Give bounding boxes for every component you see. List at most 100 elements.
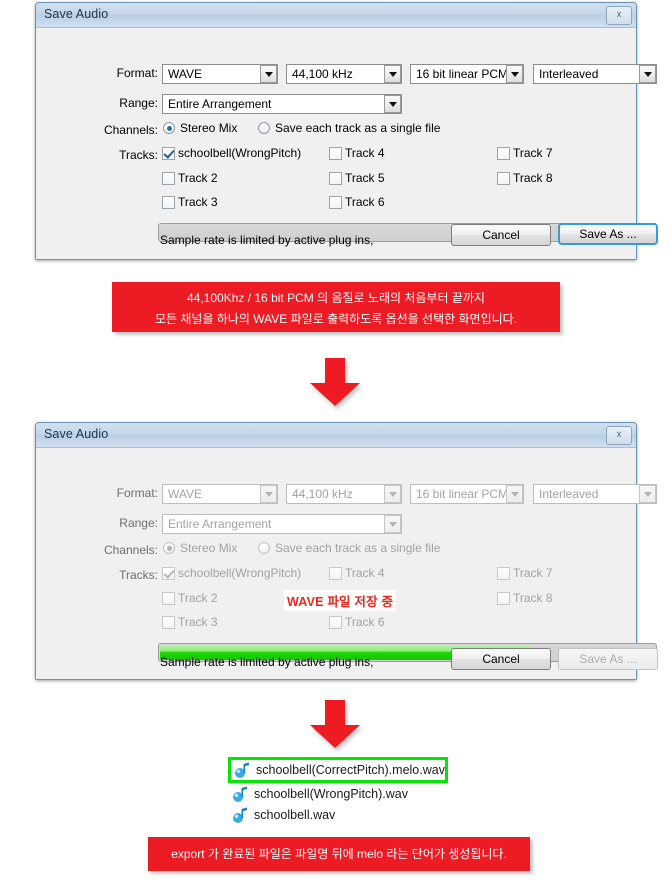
samplerate-value: 44,100 kHz: [292, 487, 353, 501]
checkbox-indicator: [329, 566, 342, 580]
footnote-text: Sample rate is limited by active plug in…: [160, 655, 374, 669]
chevron-down-icon[interactable]: [506, 65, 523, 83]
checkbox-indicator: [162, 171, 175, 185]
close-icon[interactable]: ☓: [606, 6, 632, 25]
radio-save-each-track[interactable]: Save each track as a single file: [258, 121, 440, 135]
checkbox-label: Track 3: [178, 195, 218, 209]
checkbox-track-6: Track 6: [329, 615, 385, 629]
samplerate-value: 44,100 kHz: [292, 67, 353, 81]
tracks-label: Tracks:: [119, 148, 158, 162]
checkbox-track-2: Track 2: [162, 591, 218, 605]
chevron-down-icon: [260, 485, 277, 503]
bitdepth-value: 16 bit linear PCM: [416, 67, 506, 81]
checkbox-label: Track 4: [345, 566, 385, 580]
music-note-icon: [234, 762, 251, 778]
chevron-down-icon: [384, 485, 401, 503]
checkbox-track-3: Track 3: [162, 615, 218, 629]
checkbox-indicator: [162, 146, 175, 160]
checkbox-indicator: [497, 566, 510, 580]
callout-explanation-top: 44,100Khz / 16 bit PCM 의 음질로 노래의 처음부터 끝까…: [112, 282, 560, 332]
checkbox-label: Track 7: [513, 146, 553, 160]
bitdepth-value: 16 bit linear PCM: [416, 487, 506, 501]
radio-label-stereo-mix: Stereo Mix: [180, 541, 238, 555]
checkbox-track-8[interactable]: Track 8: [497, 171, 553, 185]
close-glyph: ☓: [616, 429, 622, 441]
samplerate-select: 44,100 kHz: [286, 484, 402, 504]
samplerate-select[interactable]: 44,100 kHz: [286, 64, 402, 84]
callout-line-2: 모든 채널을 하나의 WAVE 파일로 출력하도록 옵션을 선택한 화면입니다.: [154, 312, 518, 326]
red-arrow-down-icon: [305, 700, 365, 753]
interleave-select: Interleaved: [533, 484, 657, 504]
format-label: Format:: [116, 486, 158, 500]
radio-indicator: [163, 122, 175, 134]
callout-line-1: export 가 완료된 파일은 파일명 뒤에 melo 라는 단어가 생성됩니…: [171, 847, 507, 861]
close-icon[interactable]: ☓: [606, 426, 632, 445]
chevron-down-icon: [384, 515, 401, 533]
checkbox-indicator: [162, 591, 175, 605]
save-audio-dialog-initial: Save Audio ☓ Format: WAVE 44,100 kHz 16 …: [35, 2, 658, 260]
radio-stereo-mix: Stereo Mix: [163, 541, 237, 555]
chevron-down-icon[interactable]: [384, 95, 401, 113]
red-arrow-down-icon: [305, 358, 365, 411]
chevron-down-icon[interactable]: [639, 65, 656, 83]
checkbox-track-5[interactable]: Track 5: [329, 171, 385, 185]
checkbox-label: Track 7: [513, 566, 553, 580]
radio-indicator: [163, 542, 175, 554]
range-select[interactable]: Entire Arrangement: [162, 94, 402, 114]
checkbox-indicator: [162, 566, 175, 580]
file-list: schoolbell(CorrectPitch).melo.wav school…: [228, 757, 448, 825]
list-item[interactable]: schoolbell(CorrectPitch).melo.wav: [228, 757, 448, 783]
bitdepth-select[interactable]: 16 bit linear PCM: [410, 64, 524, 84]
checkbox-track-4: Track 4: [329, 566, 385, 580]
save-as-button: Save As ...: [558, 648, 658, 670]
format-select: WAVE: [162, 484, 278, 504]
titlebar[interactable]: Save Audio ☓: [36, 3, 636, 28]
list-item[interactable]: schoolbell.wav: [228, 804, 448, 825]
file-name: schoolbell(CorrectPitch).melo.wav: [256, 763, 445, 777]
checkbox-label: Track 4: [345, 146, 385, 160]
checkbox-label: Track 3: [178, 615, 218, 629]
checkbox-track-6[interactable]: Track 6: [329, 195, 385, 209]
music-note-icon: [232, 786, 249, 802]
radio-indicator: [258, 542, 270, 554]
checkbox-label: Track 6: [345, 615, 385, 629]
checkbox-track-3[interactable]: Track 3: [162, 195, 218, 209]
format-select[interactable]: WAVE: [162, 64, 278, 84]
cancel-button[interactable]: Cancel: [451, 224, 551, 246]
window-title: Save Audio: [44, 7, 109, 21]
footnote-text: Sample rate is limited by active plug in…: [160, 233, 374, 247]
checkbox-label: Track 2: [178, 591, 218, 605]
interleave-select[interactable]: Interleaved: [533, 64, 657, 84]
cancel-button[interactable]: Cancel: [451, 648, 551, 670]
checkbox-indicator: [329, 615, 342, 629]
checkbox-track-7[interactable]: Track 7: [497, 146, 553, 160]
checkbox-indicator: [497, 591, 510, 605]
dialog-body: Format: WAVE 44,100 kHz 16 bit linear PC…: [36, 448, 658, 679]
checkbox-track-1[interactable]: schoolbell(WrongPitch): [162, 146, 301, 160]
close-glyph: ☓: [616, 9, 622, 21]
channels-label: Channels:: [103, 543, 158, 557]
chevron-down-icon[interactable]: [260, 65, 277, 83]
radio-indicator: [258, 122, 270, 134]
checkbox-label: Track 8: [513, 591, 553, 605]
chevron-down-icon[interactable]: [384, 65, 401, 83]
window-title: Save Audio: [44, 427, 109, 441]
checkbox-indicator: [329, 195, 342, 209]
radio-label-each-track: Save each track as a single file: [275, 541, 441, 555]
checkbox-track-1: schoolbell(WrongPitch): [162, 566, 301, 580]
save-as-button[interactable]: Save As ...: [558, 223, 658, 245]
format-value: WAVE: [168, 487, 203, 501]
channels-label: Channels:: [103, 123, 158, 137]
list-item[interactable]: schoolbell(WrongPitch).wav: [228, 783, 448, 804]
dialog-body: Format: WAVE 44,100 kHz 16 bit linear PC…: [36, 28, 658, 259]
checkbox-track-2[interactable]: Track 2: [162, 171, 218, 185]
range-value: Entire Arrangement: [168, 97, 272, 111]
format-value: WAVE: [168, 67, 203, 81]
titlebar[interactable]: Save Audio ☓: [36, 423, 636, 448]
checkbox-label: Track 6: [345, 195, 385, 209]
radio-stereo-mix[interactable]: Stereo Mix: [163, 121, 237, 135]
radio-label-stereo-mix: Stereo Mix: [180, 121, 238, 135]
range-label: Range:: [119, 96, 158, 110]
checkbox-track-4[interactable]: Track 4: [329, 146, 385, 160]
range-label: Range:: [119, 516, 158, 530]
